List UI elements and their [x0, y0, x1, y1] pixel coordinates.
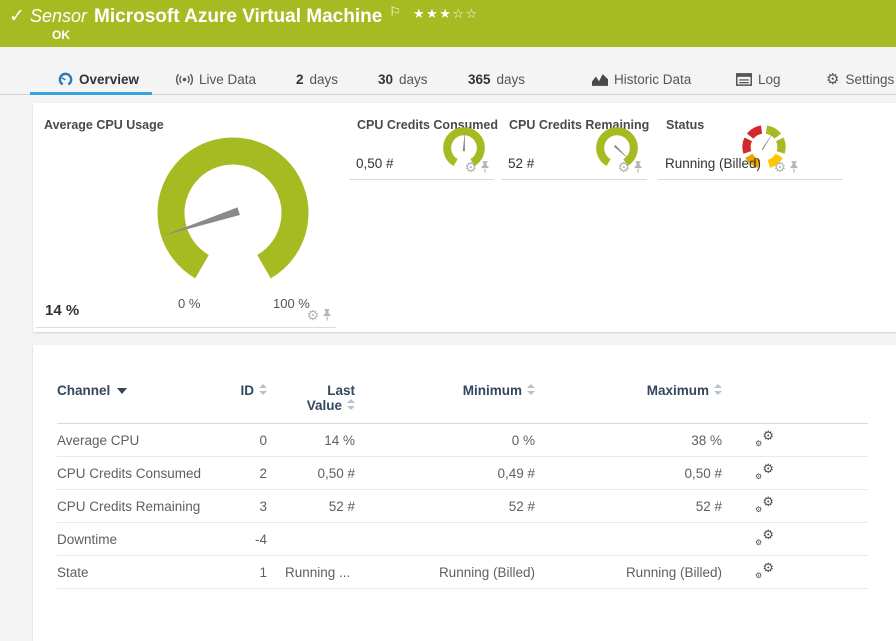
gauge-settings-gear-icon[interactable]: ⚙ [773, 160, 786, 174]
channel-last-value: 14 % [267, 424, 355, 457]
gauge-value: 0,50 # [356, 156, 394, 171]
average-cpu-gauge [148, 128, 318, 298]
channel-last-value: 52 # [267, 490, 355, 523]
channel-maximum: 52 # [535, 490, 722, 523]
table-row: Average CPU 0 14 % 0 % 38 % ⚙⚙ [57, 424, 868, 457]
pin-icon[interactable] [789, 160, 799, 174]
column-header-minimum[interactable]: Minimum [355, 379, 535, 424]
channel-last-value: Running ... [267, 556, 355, 589]
tab-historic-data[interactable]: Historic Data [592, 64, 691, 94]
gear-icon: ⚙ [826, 72, 839, 87]
column-header-maximum[interactable]: Maximum [535, 379, 722, 424]
gauge-value: 14 % [45, 302, 79, 319]
table-row: Downtime -4 ⚙⚙ [57, 523, 868, 556]
status-check-icon: ✓ [9, 5, 25, 28]
sort-icon [714, 384, 722, 395]
pin-icon[interactable] [480, 160, 490, 174]
channel-name: CPU Credits Consumed [57, 457, 217, 490]
gauge-tile-cpu-credits-consumed: CPU Credits Consumed 0,50 # ⚙ [349, 106, 494, 180]
channel-maximum: 0,50 # [535, 457, 722, 490]
gauge-tile-average-cpu: Average CPU Usage 0 % 100 % 14 % ⚙ [36, 106, 336, 328]
table-row: CPU Credits Remaining 3 52 # 52 # 52 # ⚙… [57, 490, 868, 523]
object-kind-label: Sensor [30, 6, 87, 26]
gauge-title: Status [666, 118, 704, 132]
tab-2-days[interactable]: 2days [296, 64, 338, 94]
channel-name: CPU Credits Remaining [57, 490, 217, 523]
gauges-panel: Average CPU Usage 0 % 100 % 14 % ⚙ CPU C… [33, 103, 896, 332]
table-row: CPU Credits Consumed 2 0,50 # 0,49 # 0,5… [57, 457, 868, 490]
gauge-value: 52 # [508, 156, 534, 171]
channel-settings-icon[interactable]: ⚙⚙ [755, 530, 774, 546]
column-header-last-value[interactable]: LastValue [267, 379, 355, 424]
channel-minimum: 0,49 # [355, 457, 535, 490]
gauge-needle [614, 145, 630, 160]
channel-name: Average CPU [57, 424, 217, 457]
channel-id: 1 [217, 556, 267, 589]
channel-minimum: 0 % [355, 424, 535, 457]
sensor-title: Microsoft Azure Virtual Machine [94, 6, 382, 27]
gauge-settings-gear-icon[interactable]: ⚙ [306, 308, 319, 322]
gauge-min-label: 0 % [178, 296, 200, 311]
priority-stars[interactable]: ★★★☆☆ [413, 6, 479, 21]
channel-last-value [267, 523, 355, 556]
tab-bar: Overview Live Data 2days 30days 365days … [0, 64, 896, 95]
pin-icon[interactable] [322, 308, 332, 322]
channel-minimum [355, 523, 535, 556]
sensor-header: ✓ Sensor Microsoft Azure Virtual Machine ⚐… [0, 0, 896, 47]
gauge-settings-gear-icon[interactable]: ⚙ [617, 160, 630, 174]
table-header-row: Channel ID LastValue Minimum Maximum [57, 379, 868, 424]
sensor-status-badge: OK [52, 28, 70, 42]
gauge-tile-status: Status Running (Billed) ⚙ [658, 106, 843, 180]
sort-icon [259, 384, 267, 395]
area-chart-icon [592, 73, 608, 86]
channel-last-value: 0,50 # [267, 457, 355, 490]
channel-maximum: Running (Billed) [535, 556, 722, 589]
channel-minimum: 52 # [355, 490, 535, 523]
channel-maximum: 38 % [535, 424, 722, 457]
channel-id: 2 [217, 457, 267, 490]
channels-panel: Channel ID LastValue Minimum Maximum Ave… [33, 345, 896, 641]
tab-settings[interactable]: ⚙ Settings [826, 64, 894, 94]
tab-30-days[interactable]: 30days [378, 64, 428, 94]
sort-icon [527, 384, 535, 395]
flag-icon: ⚐ [389, 4, 401, 20]
table-row: State 1 Running ... Running (Billed) Run… [57, 556, 868, 589]
pin-icon[interactable] [633, 160, 643, 174]
channel-id: 0 [217, 424, 267, 457]
gauge-value: Running (Billed) [665, 156, 761, 171]
gauge-icon [58, 72, 73, 87]
gauge-settings-gear-icon[interactable]: ⚙ [464, 160, 477, 174]
active-tab-underline [30, 92, 152, 95]
sort-icon [347, 399, 355, 410]
sort-desc-icon [117, 388, 127, 394]
log-list-icon [736, 73, 752, 86]
channel-minimum: Running (Billed) [355, 556, 535, 589]
channel-id: -4 [217, 523, 267, 556]
channel-maximum [535, 523, 722, 556]
channel-settings-icon[interactable]: ⚙⚙ [755, 497, 774, 513]
tab-365-days[interactable]: 365days [468, 64, 525, 94]
tab-overview[interactable]: Overview [58, 64, 139, 94]
channel-settings-icon[interactable]: ⚙⚙ [755, 464, 774, 480]
channel-name: Downtime [57, 523, 217, 556]
gauge-max-label: 100 % [273, 296, 310, 311]
column-header-actions [722, 379, 868, 424]
tab-live-data[interactable]: Live Data [176, 64, 256, 94]
gauge-title: Average CPU Usage [44, 118, 164, 132]
tab-log[interactable]: Log [736, 64, 781, 94]
channel-id: 3 [217, 490, 267, 523]
channel-settings-icon[interactable]: ⚙⚙ [755, 431, 774, 447]
channel-settings-icon[interactable]: ⚙⚙ [755, 563, 774, 579]
channels-table: Channel ID LastValue Minimum Maximum Ave… [57, 379, 868, 589]
gauge-tile-cpu-credits-remaining: CPU Credits Remaining 52 # ⚙ [501, 106, 647, 180]
column-header-id[interactable]: ID [217, 379, 267, 424]
column-header-channel[interactable]: Channel [57, 379, 217, 424]
live-broadcast-icon [176, 73, 193, 86]
channel-name: State [57, 556, 217, 589]
